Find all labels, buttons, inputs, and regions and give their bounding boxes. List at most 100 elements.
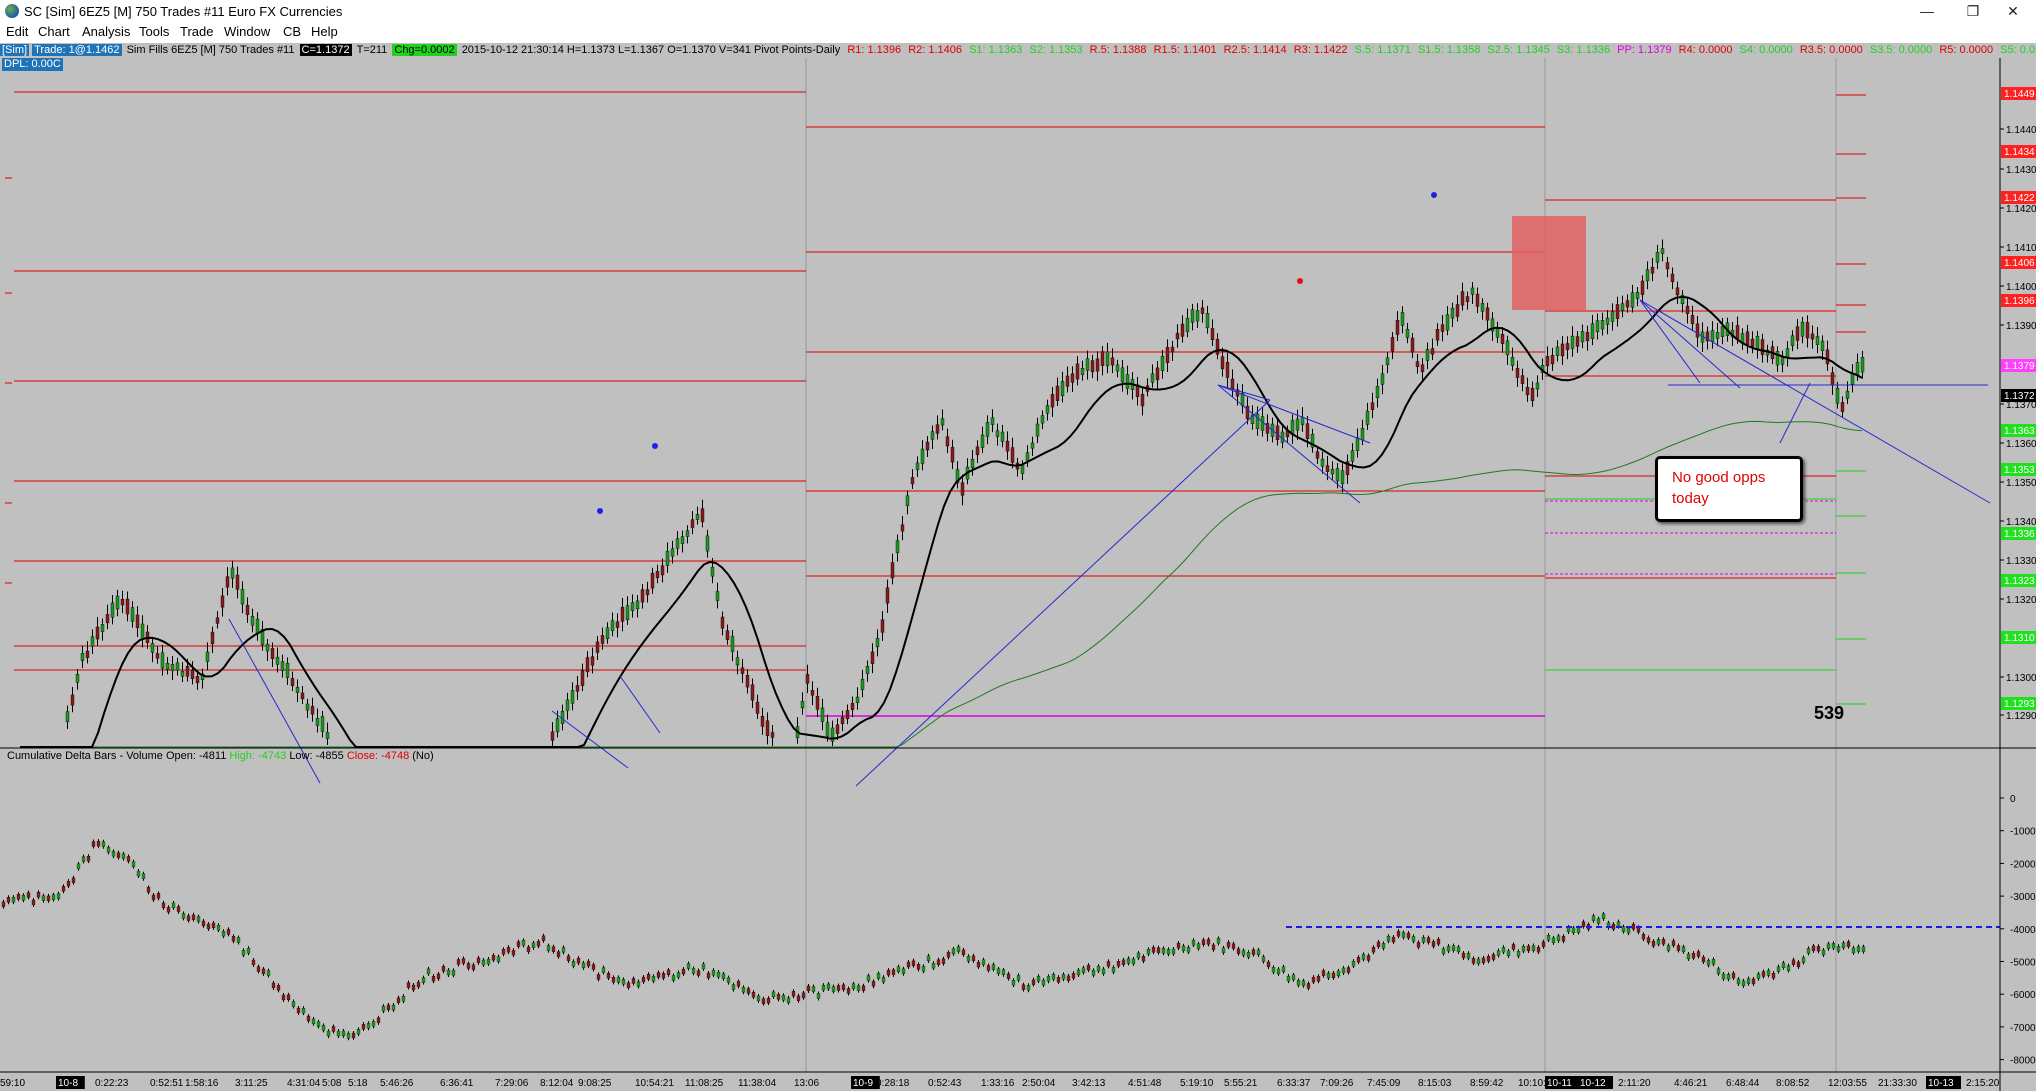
delta-bar bbox=[506, 945, 511, 955]
candle bbox=[1795, 319, 1800, 350]
delta-bar bbox=[1166, 947, 1171, 957]
svg-text:4:31:04: 4:31:04 bbox=[287, 1078, 321, 1089]
delta-bar bbox=[1511, 942, 1516, 952]
delta-bar bbox=[76, 861, 81, 871]
delta-bar bbox=[551, 944, 556, 954]
delta-bar bbox=[1156, 945, 1161, 955]
delta-bar bbox=[766, 996, 771, 1006]
delta-bar bbox=[101, 839, 106, 849]
menu-cb[interactable]: CB bbox=[280, 24, 304, 39]
delta-bar bbox=[1396, 929, 1401, 939]
delta-bar bbox=[531, 940, 536, 950]
candle bbox=[130, 601, 135, 628]
time-label: 5:18 bbox=[348, 1078, 368, 1089]
svg-text:1.1434: 1.1434 bbox=[2004, 147, 2035, 158]
minimize-button[interactable]: — bbox=[1904, 0, 1950, 22]
delta-bar bbox=[41, 893, 46, 903]
delta-bar bbox=[1076, 967, 1081, 977]
close-button[interactable]: ✕ bbox=[1990, 0, 2036, 22]
menu-trade[interactable]: Trade bbox=[177, 24, 216, 39]
candle bbox=[800, 692, 805, 715]
delta-bar bbox=[116, 850, 121, 860]
candle bbox=[1345, 454, 1350, 484]
delta-bar bbox=[411, 983, 416, 993]
candle bbox=[655, 564, 660, 584]
delta-bar bbox=[16, 892, 21, 902]
candle bbox=[595, 636, 600, 660]
chart-area[interactable]: 1.1440 1.1430 1.1420 1.1410 1.1400 1.1390 1.13… bbox=[0, 43, 2036, 1091]
trade-position-badge[interactable]: Trade: 1@1.1462 bbox=[32, 44, 122, 56]
time-label: 5:46:26 bbox=[380, 1078, 414, 1089]
time-label: 3:42:13 bbox=[1072, 1078, 1106, 1089]
menu-help[interactable]: Help bbox=[308, 24, 341, 39]
delta-bar bbox=[1676, 943, 1681, 953]
svg-text:1.1363: 1.1363 bbox=[2004, 426, 2035, 437]
delta-bar bbox=[991, 962, 996, 972]
delta-bar bbox=[476, 955, 481, 965]
app-globe-icon bbox=[5, 4, 19, 18]
menu-window[interactable]: Window bbox=[221, 24, 273, 39]
candle bbox=[1515, 360, 1520, 387]
delta-bar bbox=[146, 885, 151, 895]
svg-text:11:38:04: 11:38:04 bbox=[738, 1078, 777, 1089]
candle bbox=[1630, 284, 1635, 313]
delta-bar bbox=[426, 966, 431, 976]
candle bbox=[660, 558, 665, 583]
svg-text:1.1310: 1.1310 bbox=[2004, 633, 2035, 644]
session-dividers bbox=[805, 58, 1837, 1072]
time-date-label: 10-8 bbox=[56, 1076, 85, 1089]
delta-bar bbox=[691, 966, 696, 976]
delta-tick-label: 0 bbox=[2010, 794, 2016, 805]
delta-bar bbox=[1561, 934, 1566, 944]
delta-bar bbox=[1791, 957, 1796, 967]
menu-tools[interactable]: Tools bbox=[136, 24, 172, 39]
chart-canvas[interactable]: 1.1440 1.1430 1.1420 1.1410 1.1400 1.1390 1.13… bbox=[0, 43, 2036, 1091]
delta-bar bbox=[1246, 950, 1251, 960]
delta-bar bbox=[1336, 968, 1341, 978]
delta-bar bbox=[321, 1023, 326, 1033]
delta-bar bbox=[111, 849, 116, 859]
delta-bar bbox=[1826, 941, 1831, 951]
menu-edit[interactable]: Edit bbox=[3, 24, 31, 39]
candle bbox=[255, 612, 260, 641]
delta-bar bbox=[1506, 948, 1511, 958]
candle bbox=[900, 515, 905, 541]
svg-text:10-11: 10-11 bbox=[1547, 1078, 1572, 1089]
time-label: 2:11:20 bbox=[1618, 1078, 1651, 1089]
delta-bar bbox=[806, 983, 811, 993]
candle bbox=[1505, 335, 1510, 365]
delta-bar bbox=[1191, 938, 1196, 948]
svg-text:1.1449: 1.1449 bbox=[2004, 89, 2035, 100]
delta-bar bbox=[1176, 941, 1181, 951]
menu-analysis[interactable]: Analysis bbox=[79, 24, 133, 39]
candle bbox=[1510, 347, 1515, 371]
candle bbox=[770, 724, 775, 746]
delta-bar bbox=[1131, 956, 1136, 966]
candle bbox=[1185, 308, 1190, 338]
delta-bar bbox=[1251, 947, 1256, 957]
candle bbox=[1710, 321, 1715, 349]
svg-text:1.1323: 1.1323 bbox=[2004, 576, 2035, 587]
delta-bar bbox=[891, 967, 896, 977]
candle bbox=[170, 655, 175, 681]
delta-bar bbox=[656, 970, 661, 980]
price-marker: 1.1323 bbox=[2001, 574, 2036, 587]
svg-text:8:59:42: 8:59:42 bbox=[1470, 1078, 1504, 1089]
candle bbox=[1140, 388, 1145, 416]
candle bbox=[200, 668, 205, 689]
delta-bar bbox=[586, 959, 591, 969]
delta-bar bbox=[701, 961, 706, 971]
delta-bar bbox=[331, 1024, 336, 1034]
delta-bar bbox=[971, 953, 976, 963]
delta-bar bbox=[1836, 944, 1841, 954]
delta-bar bbox=[771, 989, 776, 999]
candle bbox=[1550, 347, 1555, 371]
note-annotation[interactable]: No good opps today bbox=[1655, 456, 1803, 522]
delta-bar bbox=[1316, 974, 1321, 984]
delta-bar bbox=[136, 869, 141, 879]
delta-bar bbox=[266, 968, 271, 978]
delta-bar bbox=[1471, 956, 1476, 966]
menu-chart[interactable]: Chart bbox=[35, 24, 73, 39]
delta-bar bbox=[986, 963, 991, 973]
study-name[interactable]: Cumulative Delta Bars - Volume bbox=[7, 750, 163, 762]
